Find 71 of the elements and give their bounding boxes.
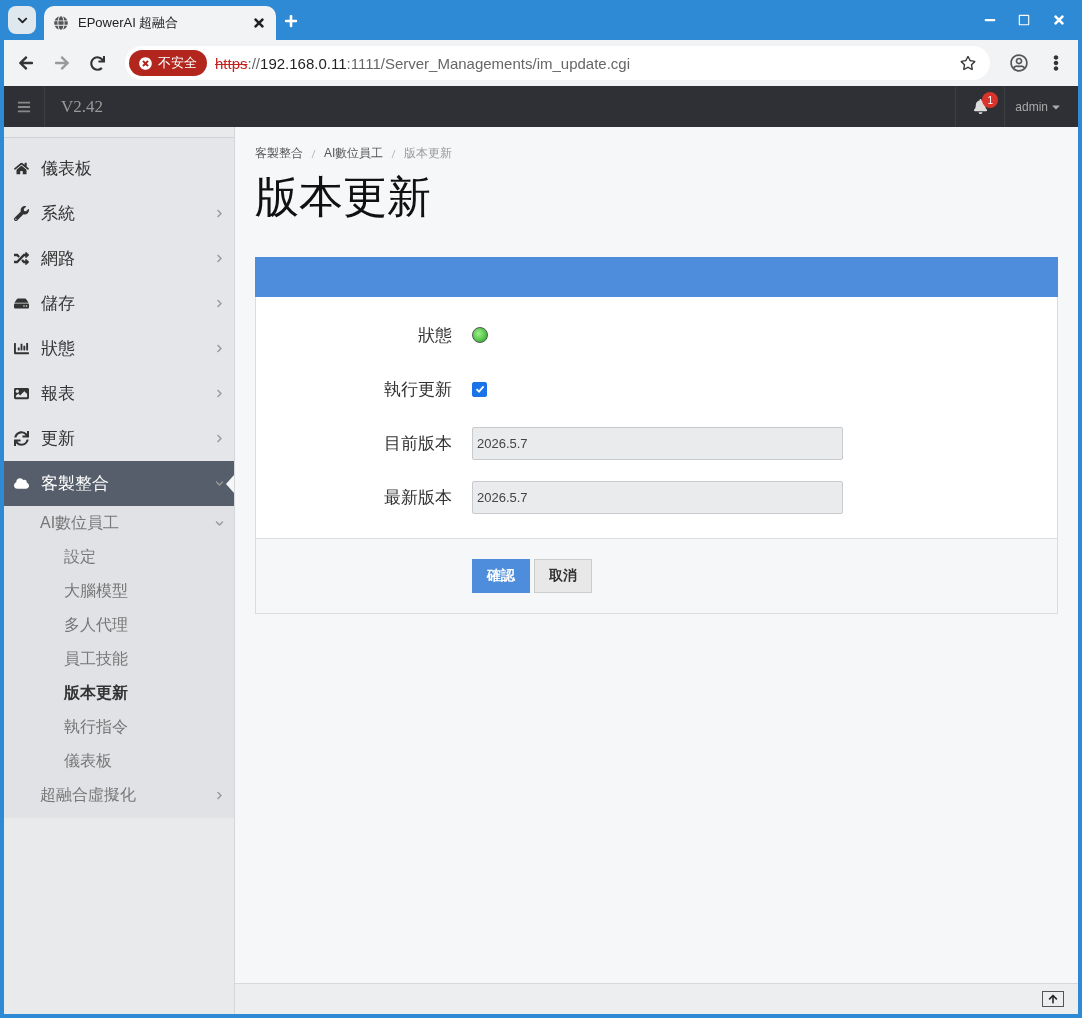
url-text: 192.168.0.11 xyxy=(260,54,347,72)
notification-badge: 1 xyxy=(982,92,999,108)
shuffle-icon xyxy=(14,251,29,266)
sidebar-item[interactable]: 狀態 xyxy=(4,326,234,371)
url-text: :// xyxy=(247,54,261,72)
user-menu[interactable]: admin xyxy=(1005,99,1078,114)
chevron-icon xyxy=(215,518,224,528)
chevron-icon xyxy=(215,790,224,800)
image-icon xyxy=(14,386,29,401)
sidebar-item[interactable]: 網路 xyxy=(4,236,234,281)
sidebar-item[interactable]: 更新 xyxy=(4,416,234,461)
arrow-up-icon xyxy=(1048,994,1058,1004)
breadcrumb-separator xyxy=(311,148,316,159)
tab-menu-button[interactable] xyxy=(8,6,36,34)
sidebar-item[interactable]: 報表 xyxy=(4,371,234,416)
sidebar-subitem[interactable]: 多人代理 xyxy=(4,608,234,642)
sidebar-item[interactable]: 系統 xyxy=(4,191,234,236)
reload-icon[interactable] xyxy=(90,55,105,71)
url-text: https xyxy=(215,54,248,72)
star-icon[interactable] xyxy=(960,55,976,71)
sidebar-subitem[interactable]: 大腦模型 xyxy=(4,574,234,608)
breadcrumb-link[interactable]: 客製整合 xyxy=(255,145,303,162)
input-field[interactable]: 2026.5.7 xyxy=(472,480,843,514)
sidebar-subitem[interactable]: 儀表板 xyxy=(4,744,234,778)
sidebar-subitem[interactable]: 員工技能 xyxy=(4,642,234,676)
scroll-top-button[interactable] xyxy=(1042,991,1064,1007)
field-label: 狀態 xyxy=(417,324,452,347)
sidebar-item[interactable]: 儀表板 xyxy=(4,146,234,191)
profile-icon[interactable] xyxy=(1010,54,1028,72)
bar-chart-icon xyxy=(14,341,29,356)
forward-icon[interactable] xyxy=(54,55,70,71)
field-label: 目前版本 xyxy=(383,432,452,455)
checkbox[interactable] xyxy=(472,381,487,397)
sidebar-item[interactable]: 客製整合 xyxy=(4,461,234,506)
new-tab-icon[interactable] xyxy=(284,14,298,28)
field-label: 最新版本 xyxy=(383,486,452,509)
sidebar-item[interactable]: 儲存 xyxy=(4,281,234,326)
wrench-icon xyxy=(14,206,29,221)
cloud-icon xyxy=(14,476,29,491)
version-label: V2.42 xyxy=(61,96,104,117)
page-title: 版本更新 xyxy=(255,171,432,223)
cancel-button[interactable]: 取消 xyxy=(534,559,592,593)
chevron-icon xyxy=(215,209,224,218)
chevron-icon xyxy=(215,344,224,353)
chevron-icon xyxy=(215,254,224,263)
chevron-icon xyxy=(215,479,224,488)
browser-tab[interactable]: EPowerAI 超融合 xyxy=(44,6,276,40)
globe-icon xyxy=(54,16,68,30)
field-label: 執行更新 xyxy=(383,378,452,401)
chevron-icon xyxy=(215,434,224,443)
breadcrumb-link[interactable]: AI數位員工 xyxy=(324,145,384,162)
chevron-icon xyxy=(215,389,224,398)
close-icon[interactable] xyxy=(252,16,266,30)
drive-icon xyxy=(14,296,29,311)
close-window-icon[interactable] xyxy=(1052,13,1066,27)
maximize-icon[interactable] xyxy=(1018,14,1030,26)
breadcrumb-separator xyxy=(391,148,397,159)
check-icon xyxy=(474,384,485,394)
tab-title: EPowerAI 超融合 xyxy=(78,14,180,32)
sync-icon xyxy=(14,431,29,446)
home-icon xyxy=(14,161,29,176)
security-badge[interactable]: 不安全 xyxy=(129,50,207,76)
sidebar-subitem[interactable]: 版本更新 xyxy=(4,676,234,710)
sidebar-subitem[interactable]: 設定 xyxy=(4,540,234,574)
sidebar-subitem[interactable]: 超融合虛擬化 xyxy=(4,778,234,812)
url-text: :1111/Server_Managements/im_update.cgi xyxy=(346,54,631,72)
back-icon[interactable] xyxy=(18,55,34,71)
sidebar-subitem[interactable]: 執行指令 xyxy=(4,710,234,744)
chevron-icon xyxy=(215,299,224,308)
address-bar[interactable]: 不安全 https://192.168.0.11:1111/Server_Managements/im_update.cgi xyxy=(125,46,990,80)
input-field[interactable]: 2026.5.7 xyxy=(472,426,843,460)
